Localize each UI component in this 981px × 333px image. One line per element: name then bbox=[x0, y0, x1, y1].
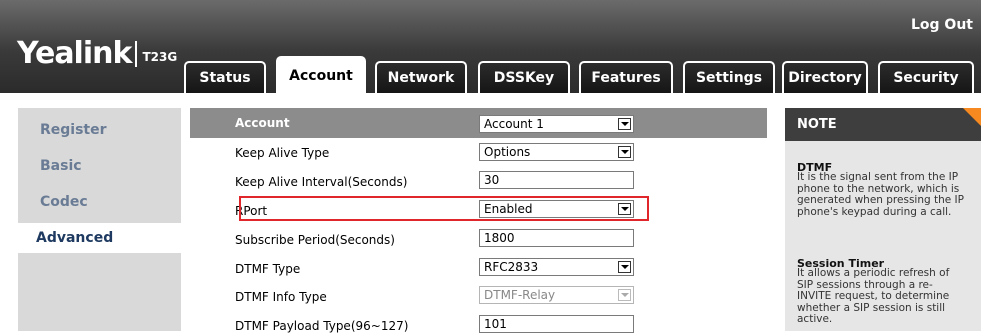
dtmf-type-value: RFC2833 bbox=[484, 260, 539, 274]
note-line: active. bbox=[797, 313, 833, 325]
dtmf-type-label: DTMF Type bbox=[235, 262, 301, 276]
keep-alive-type-select[interactable]: Options bbox=[479, 143, 634, 161]
subscribe-period-label: Subscribe Period(Seconds) bbox=[235, 233, 395, 247]
logout-link[interactable]: Log Out bbox=[911, 17, 973, 33]
chevron-down-icon bbox=[618, 289, 631, 301]
subscribe-period-input[interactable]: 1800 bbox=[479, 229, 634, 247]
chevron-down-icon bbox=[618, 146, 631, 158]
dtmf-info-type-label: DTMF Info Type bbox=[235, 290, 327, 304]
sidebar-item-advanced[interactable]: Advanced bbox=[18, 223, 181, 253]
note-panel: NOTE DTMF It is the signal sent from the… bbox=[785, 108, 981, 331]
chevron-down-icon bbox=[618, 261, 631, 273]
account-select-value: Account 1 bbox=[484, 117, 544, 131]
dtmf-type-select[interactable]: RFC2833 bbox=[479, 258, 634, 276]
tab-settings[interactable]: Settings bbox=[683, 61, 775, 93]
note-line: It is the signal sent from the IP bbox=[797, 171, 959, 183]
tab-network[interactable]: Network bbox=[375, 61, 467, 93]
model-name: T23G bbox=[142, 49, 178, 64]
note-title: NOTE bbox=[785, 108, 981, 141]
logo-separator bbox=[135, 40, 138, 67]
dtmf-payload-type-input[interactable]: 101 bbox=[479, 315, 634, 333]
dtmf-info-type-select[interactable]: DTMF-Relay bbox=[479, 286, 634, 304]
chevron-down-icon bbox=[618, 118, 631, 130]
tab-directory[interactable]: Directory bbox=[782, 61, 868, 93]
note-dtmf-text: It is the signal sent from the IP phone … bbox=[797, 171, 977, 218]
tab-dsskey[interactable]: DSSKey bbox=[478, 61, 570, 93]
yealink-logo: Yealink T23G bbox=[17, 36, 177, 71]
keep-alive-type-value: Options bbox=[484, 145, 531, 159]
keep-alive-type-label: Keep Alive Type bbox=[235, 146, 330, 160]
tab-security[interactable]: Security bbox=[878, 61, 974, 93]
brand-name: Yealink bbox=[17, 36, 132, 71]
note-line: INVITE request, to determine bbox=[797, 290, 950, 302]
note-line: generated when pressing the IP bbox=[797, 194, 964, 206]
note-line: phone's keypad during a call. bbox=[797, 205, 952, 218]
header-bar: Yealink T23G Log Out Status Account Netw… bbox=[0, 0, 981, 93]
keep-alive-interval-input[interactable]: 30 bbox=[479, 171, 634, 189]
dtmf-info-type-value: DTMF-Relay bbox=[484, 288, 556, 302]
account-select[interactable]: Account 1 bbox=[479, 115, 634, 133]
account-label: Account bbox=[235, 116, 290, 130]
sidebar-item-register[interactable]: Register bbox=[18, 115, 181, 145]
sidebar-item-codec[interactable]: Codec bbox=[18, 187, 181, 217]
tab-status[interactable]: Status bbox=[184, 61, 266, 93]
note-line: It allows a periodic refresh of bbox=[797, 267, 950, 279]
tab-account[interactable]: Account bbox=[276, 56, 366, 93]
keep-alive-interval-label: Keep Alive Interval(Seconds) bbox=[235, 175, 408, 189]
rport-highlight-box bbox=[239, 196, 649, 221]
note-session-timer-text: It allows a periodic refresh of SIP sess… bbox=[797, 267, 977, 326]
sidebar-item-basic[interactable]: Basic bbox=[18, 151, 181, 181]
sidebar: Register Basic Codec Advanced bbox=[18, 108, 181, 331]
tab-features[interactable]: Features bbox=[579, 61, 673, 93]
note-corner-icon bbox=[963, 108, 981, 126]
